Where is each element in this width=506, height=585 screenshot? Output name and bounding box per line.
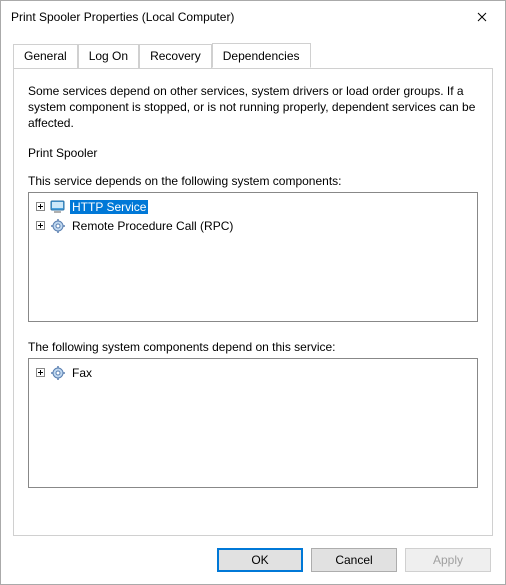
expand-icon[interactable] [35, 201, 46, 212]
tab-label: Log On [89, 49, 128, 63]
tabpanel-dependencies: Some services depend on other services, … [13, 68, 493, 536]
tree-item[interactable]: HTTP Service [35, 198, 471, 216]
tab-logon[interactable]: Log On [78, 44, 139, 69]
gear-icon [49, 365, 67, 381]
computer-icon [49, 199, 67, 215]
close-button[interactable] [459, 1, 505, 33]
dependents-tree[interactable]: Fax [28, 358, 478, 488]
description-text: Some services depend on other services, … [28, 83, 478, 132]
window-title: Print Spooler Properties (Local Computer… [11, 10, 234, 24]
tab-label: Dependencies [223, 49, 300, 63]
dependents-label: The following system components depend o… [28, 340, 478, 354]
tree-item[interactable]: Remote Procedure Call (RPC) [35, 217, 471, 235]
content-area: General Log On Recovery Dependencies Som… [1, 33, 505, 536]
dialog-window: Print Spooler Properties (Local Computer… [0, 0, 506, 585]
tab-general[interactable]: General [13, 44, 78, 69]
expand-icon[interactable] [35, 367, 46, 378]
tab-label: General [24, 49, 67, 63]
depends-on-label: This service depends on the following sy… [28, 174, 478, 188]
titlebar: Print Spooler Properties (Local Computer… [1, 1, 505, 33]
depends-on-tree[interactable]: HTTP Service Remote Procedure Call (RPC) [28, 192, 478, 322]
close-icon [477, 12, 487, 22]
tab-label: Recovery [150, 49, 201, 63]
tab-recovery[interactable]: Recovery [139, 44, 212, 69]
tabstrip: General Log On Recovery Dependencies [13, 43, 493, 68]
ok-button[interactable]: OK [217, 548, 303, 572]
tree-item-label: Remote Procedure Call (RPC) [70, 219, 235, 233]
gear-icon [49, 218, 67, 234]
tree-item-label: Fax [70, 366, 94, 380]
cancel-button[interactable]: Cancel [311, 548, 397, 572]
tree-item[interactable]: Fax [35, 364, 471, 382]
expand-icon[interactable] [35, 220, 46, 231]
service-name: Print Spooler [28, 146, 478, 160]
button-bar: OK Cancel Apply [1, 536, 505, 584]
apply-button[interactable]: Apply [405, 548, 491, 572]
tree-item-label: HTTP Service [70, 200, 148, 214]
tab-dependencies[interactable]: Dependencies [212, 43, 311, 68]
